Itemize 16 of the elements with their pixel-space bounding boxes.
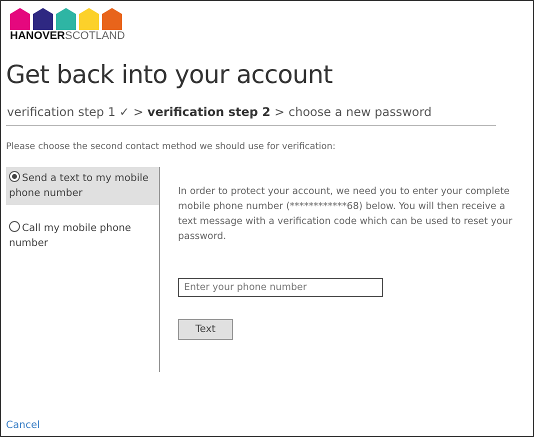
- cancel-link[interactable]: Cancel: [6, 420, 40, 431]
- instruction-text: Please choose the second contact method we should use for verification:: [6, 142, 336, 152]
- step-label: verification step 1 ✓: [7, 105, 130, 119]
- contact-option[interactable]: Send a text to my mobile phone number: [6, 167, 159, 205]
- contact-option[interactable]: Call my mobile phone number: [6, 217, 159, 255]
- phone-input-field[interactable]: Enter your phone number: [178, 278, 383, 297]
- step-separator: >: [133, 105, 144, 119]
- text-button[interactable]: Text: [178, 319, 233, 340]
- step-label: verification step 2: [147, 105, 270, 119]
- step-separator: >: [274, 105, 285, 119]
- logo-region: SCOTLAND: [65, 31, 125, 42]
- logo-houses-icon: [10, 8, 122, 30]
- step-label: choose a new password: [288, 105, 432, 119]
- logo-brand: HANOVER: [10, 31, 66, 42]
- page-title: Get back into your account: [6, 60, 334, 89]
- info-message: In order to protect your account, we need you to enter your complete mobile phone number (************68) below. You will then receive a text message with a verification code which can be used to reset your password.: [178, 185, 514, 244]
